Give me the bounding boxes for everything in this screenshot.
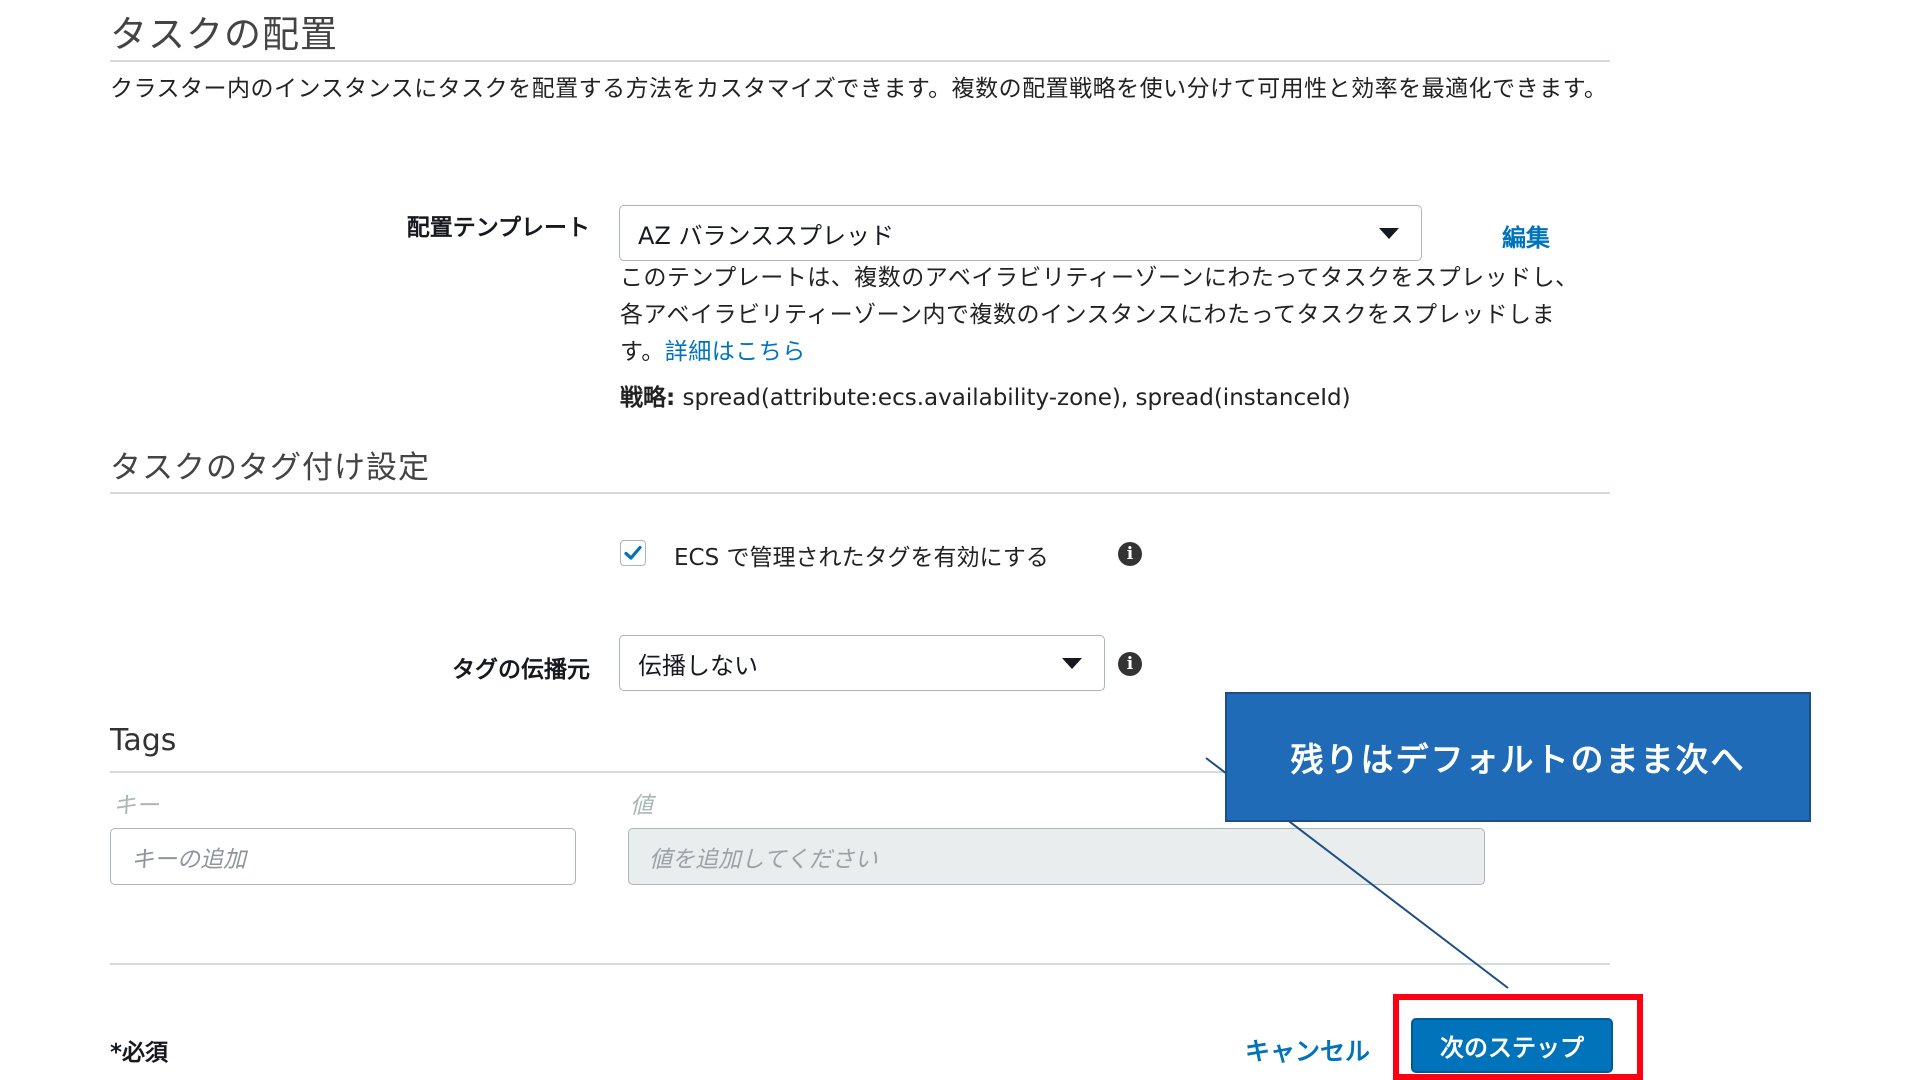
tag-key-placeholder: キーの追加 bbox=[131, 846, 246, 873]
info-icon[interactable]: i bbox=[1118, 542, 1142, 566]
tagging-title: タスクのタグ付け設定 bbox=[110, 450, 430, 486]
chevron-down-icon bbox=[1379, 228, 1399, 239]
placement-template-label: 配置テンプレート bbox=[406, 215, 590, 241]
placement-title: タスクの配置 bbox=[110, 13, 338, 56]
tags-key-header: キー bbox=[113, 793, 159, 819]
ecs-managed-tags-label: ECS で管理されたタグを有効にする bbox=[674, 545, 1049, 571]
placement-description: クラスター内のインスタンスにタスクを配置する方法をカスタマイズできます。複数の配… bbox=[110, 76, 1608, 102]
placement-template-select[interactable]: AZ バランススプレッド bbox=[619, 205, 1422, 261]
required-note: *必須 bbox=[110, 1040, 169, 1066]
edit-template-link[interactable]: 編集 bbox=[1502, 218, 1550, 253]
propagate-tags-select[interactable]: 伝播しない bbox=[619, 635, 1105, 691]
annotation-callout: 残りはデフォルトのまま次へ bbox=[1225, 692, 1811, 822]
placement-strategy: 戦略: spread(attribute:ecs.availability-zo… bbox=[620, 378, 1351, 412]
cancel-button[interactable]: キャンセル bbox=[1245, 1032, 1370, 1068]
propagate-tags-value: 伝播しない bbox=[638, 651, 758, 680]
tagging-divider bbox=[110, 492, 1610, 494]
learn-more-link[interactable]: 詳細はこちら bbox=[665, 339, 806, 365]
placement-divider bbox=[110, 60, 1610, 62]
placement-help-text: このテンプレートは、複数のアベイラビリティーゾーンにわたってタスクをスプレッドし… bbox=[620, 260, 1580, 371]
chevron-down-icon bbox=[1062, 658, 1082, 669]
ecs-managed-tags-checkbox[interactable] bbox=[620, 540, 646, 566]
check-icon bbox=[624, 545, 642, 560]
info-icon[interactable]: i bbox=[1118, 652, 1142, 676]
tag-key-input[interactable]: キーの追加 bbox=[110, 828, 576, 885]
tags-title: Tags bbox=[110, 723, 177, 758]
tag-value-placeholder: 値を追加してください bbox=[649, 846, 878, 873]
placement-template-value: AZ バランススプレッド bbox=[638, 221, 895, 250]
next-step-button[interactable]: 次のステップ bbox=[1411, 1018, 1613, 1073]
strategy-value: spread(attribute:ecs.availability-zone),… bbox=[675, 385, 1351, 411]
tags-value-header: 値 bbox=[630, 793, 653, 819]
propagate-tags-label: タグの伝播元 bbox=[452, 657, 590, 683]
strategy-label: 戦略: bbox=[620, 385, 676, 411]
